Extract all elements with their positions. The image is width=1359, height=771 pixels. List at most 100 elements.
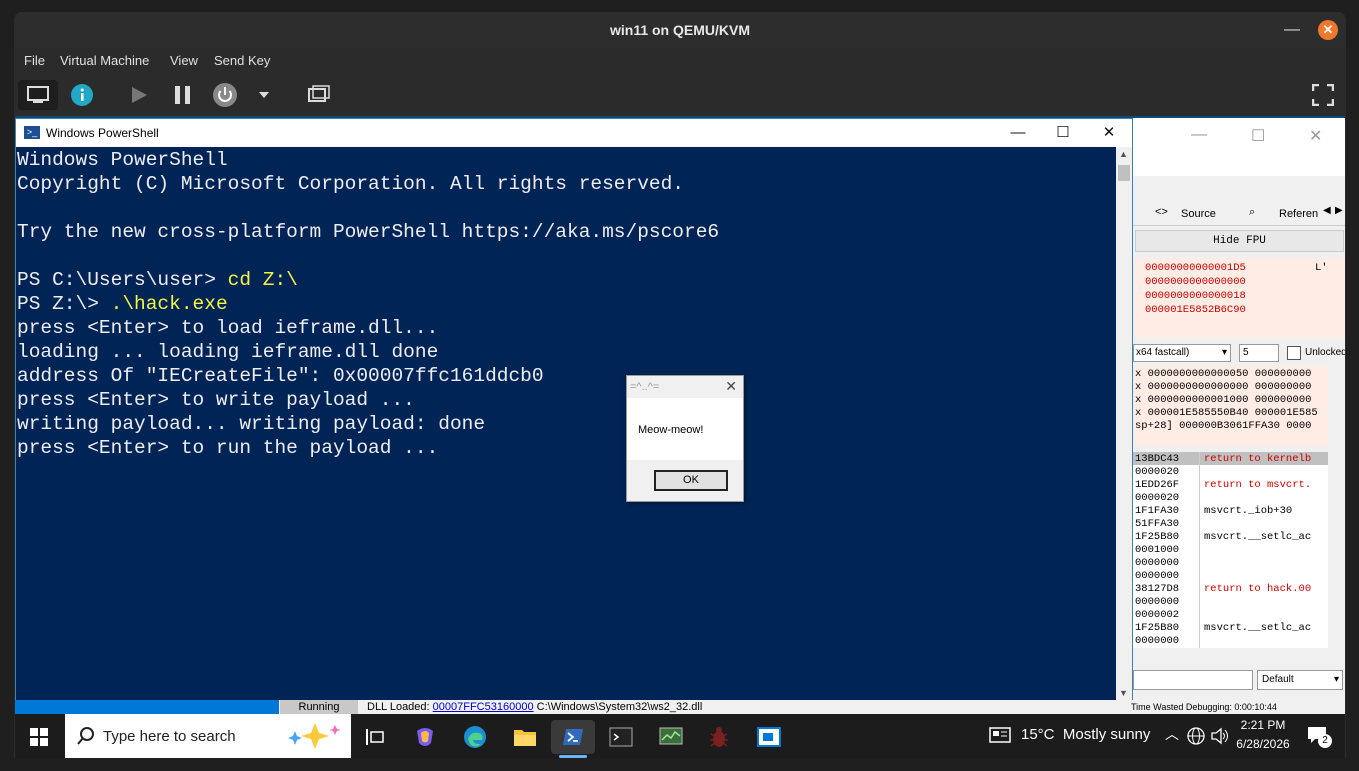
powershell-icon — [563, 729, 583, 745]
details-view-button[interactable] — [66, 80, 98, 110]
tab-references[interactable]: Referen — [1279, 208, 1318, 220]
clock[interactable]: 2:21 PM 6/28/2026 — [1233, 718, 1293, 751]
fullscreen-icon — [1312, 84, 1334, 106]
debugger-button[interactable] — [697, 720, 741, 754]
maximize-icon[interactable]: ☐ — [1048, 123, 1078, 143]
pause-button[interactable] — [168, 80, 198, 110]
search-icon: ⌕ — [1249, 206, 1256, 218]
start-button[interactable] — [17, 720, 61, 754]
network-icon[interactable] — [1187, 727, 1205, 745]
task-manager-button[interactable] — [649, 720, 693, 754]
windows-icon — [30, 728, 48, 746]
menu-virtual-machine[interactable]: Virtual Machine — [60, 53, 149, 68]
status-dll-path: C:\Windows\System32\ws2_32.dll — [533, 701, 703, 713]
task-view-button[interactable] — [353, 720, 397, 754]
chevron-down-icon: ▾ — [1221, 347, 1227, 358]
minimize-icon[interactable]: — — [1191, 126, 1207, 144]
notification-button[interactable]: 2 — [1307, 726, 1332, 749]
snapshot-icon — [308, 85, 330, 102]
file-explorer-button[interactable] — [503, 720, 547, 754]
powershell-title: Windows PowerShell — [46, 126, 159, 140]
tab-scroll-left-icon[interactable]: ◀ — [1323, 205, 1331, 216]
stack-address: 1EDD26F — [1135, 479, 1180, 491]
unlocked-label: Unlocked — [1305, 347, 1345, 358]
close-icon[interactable]: ✕ — [1309, 126, 1322, 146]
chevron-up-icon[interactable]: ︿ — [1165, 724, 1179, 744]
fullscreen-button[interactable] — [1308, 80, 1338, 110]
maximize-icon[interactable]: ☐ — [1251, 126, 1265, 146]
guest-screen[interactable]: — ☐ ✕ <> Source ⌕ Referen ◀ ▶ Hide FPU 0… — [15, 116, 1345, 758]
edge-button[interactable] — [453, 720, 497, 754]
hide-fpu-button[interactable]: Hide FPU — [1135, 230, 1344, 252]
tab-scroll-right-icon[interactable]: ▶ — [1335, 205, 1343, 216]
console-line: press <Enter> to run the payload ... — [17, 437, 438, 459]
volume-icon[interactable] — [1211, 727, 1229, 745]
console-text: Copyright (C) Microsoft Corporation. All… — [17, 173, 685, 195]
menu-view[interactable]: View — [170, 53, 198, 68]
news-icon — [989, 727, 1011, 743]
pause-icon — [175, 86, 190, 104]
stack-address: 1F25B80 — [1135, 531, 1180, 543]
ok-button[interactable]: OK — [654, 470, 728, 491]
register-side-text: L' — [1315, 262, 1328, 274]
terminal-button[interactable] — [599, 720, 643, 754]
run-button[interactable] — [124, 80, 154, 110]
console-command: .\hack.exe — [110, 293, 228, 315]
close-icon[interactable]: ✕ — [1318, 20, 1338, 40]
stack-address: 38127D8 — [1135, 583, 1180, 595]
snapshots-button[interactable] — [304, 80, 334, 110]
argument-row: x 0000000000000000 000000000 — [1135, 381, 1312, 393]
chevron-down-icon — [259, 92, 269, 98]
command-input[interactable] — [1133, 670, 1253, 690]
console-view-button[interactable] — [18, 80, 58, 110]
scroll-up-icon[interactable]: ▲ — [1119, 149, 1128, 159]
console-line: PS C:\Users\user> cd Z:\ — [17, 269, 298, 291]
default-select[interactable]: Default ▾ — [1257, 670, 1343, 690]
status-highlight — [15, 700, 279, 714]
stack-address: 0001000 — [1135, 544, 1180, 556]
stack-address: 0000020 — [1135, 466, 1180, 478]
menu-file[interactable]: File — [24, 53, 45, 68]
menu-send-key[interactable]: Send Key — [214, 53, 270, 68]
console-line: Copyright (C) Microsoft Corporation. All… — [17, 173, 684, 195]
console-scrollbar[interactable]: ▲ ▼ — [1116, 147, 1132, 700]
powershell-console[interactable]: Windows PowerShell Copyright (C) Microsof… — [16, 147, 1116, 700]
shutdown-menu-button[interactable] — [254, 80, 274, 110]
minimize-icon[interactable]: — — [1003, 123, 1033, 143]
vm-title: win11 on QEMU/KVM — [609, 22, 750, 38]
app-window-button[interactable] — [747, 720, 791, 754]
bug-icon — [710, 727, 728, 747]
search-placeholder: Type here to search — [103, 728, 236, 745]
stack-address: 1F25B80 — [1135, 622, 1180, 634]
argument-row: x 0000000000000050 000000000 — [1135, 368, 1312, 380]
task-manager-icon — [659, 727, 683, 745]
status-dll: DLL Loaded: 00007FFC53160000 C:\Windows\… — [367, 700, 702, 714]
status-dll-prefix: DLL Loaded: — [367, 701, 433, 713]
minimize-icon[interactable]: — — [1282, 20, 1302, 40]
arg-count-stepper[interactable]: 5 — [1239, 344, 1279, 362]
console-line: address Of "IECreateFile": 0x00007ffc161… — [17, 365, 544, 387]
status-dll-address[interactable]: 00007FFC53160000 — [433, 701, 534, 713]
close-icon[interactable]: ✕ — [1094, 123, 1124, 143]
scroll-down-icon[interactable]: ▼ — [1119, 688, 1128, 698]
close-icon[interactable]: ✕ — [725, 378, 737, 395]
unlocked-checkbox[interactable] — [1287, 346, 1301, 360]
terminal-icon — [609, 727, 633, 747]
code-icon: <> — [1155, 206, 1168, 218]
task-view-icon — [366, 729, 384, 745]
shutdown-button[interactable] — [210, 80, 240, 110]
stack-address: 51FFA30 — [1135, 518, 1180, 530]
notification-count: 2 — [1318, 734, 1332, 748]
play-icon — [132, 87, 147, 103]
scrollbar-thumb[interactable] — [1118, 165, 1130, 181]
call-convention-select[interactable]: x64 fastcall) ▾ — [1133, 344, 1231, 362]
powershell-taskbar-button[interactable] — [551, 720, 595, 758]
taskbar: Type here to search 15°C Mostly sunny ︿ … — [15, 714, 1345, 758]
console-line: PS Z:\> .\hack.exe — [17, 293, 228, 315]
search-box[interactable]: Type here to search — [65, 714, 351, 758]
console-text: Try the new cross-platform PowerShell ht… — [17, 221, 720, 243]
tab-source[interactable]: Source — [1181, 208, 1216, 220]
console-text: writing payload... writing payload: done — [17, 413, 486, 435]
copilot-button[interactable] — [403, 720, 447, 754]
stack-comment: msvcrt.__setlc_ac — [1204, 622, 1312, 634]
